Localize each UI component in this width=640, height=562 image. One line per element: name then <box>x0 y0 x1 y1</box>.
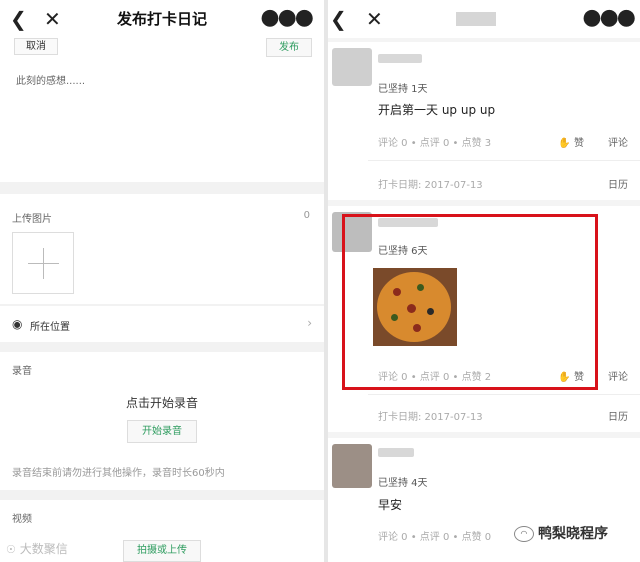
streak-days: 已坚持 1天 <box>378 84 428 95</box>
left-navbar: ❮ ✕ 发布打卡日记 ●●● <box>0 0 324 38</box>
video-label: 视频 <box>12 514 32 525</box>
watermark-logo-icon: ☉ <box>6 543 16 556</box>
start-recording-button[interactable]: 开始录音 <box>127 420 197 443</box>
divider <box>368 160 640 161</box>
post-stats: 评论 0 • 点评 0 • 点赞 0 <box>378 532 492 543</box>
cancel-button[interactable]: 取消 <box>14 38 58 55</box>
audio-label: 录音 <box>12 366 32 377</box>
location-label: 所在位置 <box>30 322 70 333</box>
diary-post: 已坚持 4天 早安 评论 0 • 点评 0 • 点赞 0 <box>328 438 640 562</box>
streak-days: 已坚持 4天 <box>378 478 428 489</box>
wechat-icon: ◠ <box>514 526 534 542</box>
post-content: 开启第一天 up up up <box>378 103 496 117</box>
thoughts-textarea[interactable]: 此刻的感想...... <box>16 72 85 87</box>
calendar-link[interactable]: 日历 <box>608 176 628 191</box>
chevron-right-icon: › <box>307 316 312 330</box>
comment-button[interactable]: 评论 <box>608 134 628 149</box>
checkin-date: 打卡日期: 2017-07-13 <box>378 412 483 423</box>
diary-feed-screen: ❮ ✕ ●●● 已坚持 1天 开启第一天 up up up 评论 0 • 点评 … <box>328 0 640 562</box>
upload-label: 上传图片 <box>12 214 52 225</box>
checkin-date: 打卡日期: 2017-07-13 <box>378 180 483 191</box>
publish-button[interactable]: 发布 <box>266 38 312 57</box>
publish-diary-screen: ❮ ✕ 发布打卡日记 ●●● 取消 发布 此刻的感想...... 上传图片 0 … <box>0 0 324 562</box>
add-image-button[interactable] <box>12 232 74 294</box>
location-row[interactable]: ◉ 所在位置 › <box>0 306 324 342</box>
comment-button[interactable]: 评论 <box>608 368 628 383</box>
watermark-left: ☉ 大数聚信 <box>6 542 68 556</box>
audio-section: 录音 点击开始录音 开始录音 录音结束前请勿进行其他操作，录音时长60秒内 <box>0 352 324 490</box>
close-icon[interactable]: ✕ <box>366 6 383 32</box>
blurred-username <box>378 54 422 63</box>
upload-count: 0 <box>303 210 310 221</box>
text-section: 取消 发布 此刻的感想...... <box>0 38 324 182</box>
more-icon[interactable]: ●●● <box>260 7 314 29</box>
audio-hint: 点击开始录音 <box>125 396 198 410</box>
calendar-link[interactable]: 日历 <box>608 408 628 423</box>
diary-post: 已坚持 1天 开启第一天 up up up 评论 0 • 点评 0 • 点赞 3… <box>328 42 640 200</box>
audio-note: 录音结束前请勿进行其他操作，录音时长60秒内 <box>12 468 225 479</box>
blurred-title <box>456 12 496 26</box>
more-icon[interactable]: ●●● <box>582 7 636 29</box>
like-button[interactable]: ✋ 赞 <box>558 134 584 149</box>
post-content: 早安 <box>378 498 403 512</box>
back-icon[interactable]: ❮ <box>330 6 347 32</box>
post-stats: 评论 0 • 点评 0 • 点赞 3 <box>378 138 492 149</box>
divider <box>368 394 640 395</box>
blurred-username <box>378 448 414 457</box>
avatar[interactable] <box>332 444 372 488</box>
watermark-right: ◠ 鸭梨晓程序 <box>514 523 608 543</box>
shoot-or-upload-button[interactable]: 拍摄或上传 <box>123 540 201 562</box>
highlight-box <box>342 214 598 390</box>
location-pin-icon: ◉ <box>12 317 23 331</box>
avatar[interactable] <box>332 48 372 86</box>
right-navbar: ❮ ✕ ●●● <box>328 0 640 38</box>
thumbs-up-icon: ✋ <box>558 138 571 149</box>
